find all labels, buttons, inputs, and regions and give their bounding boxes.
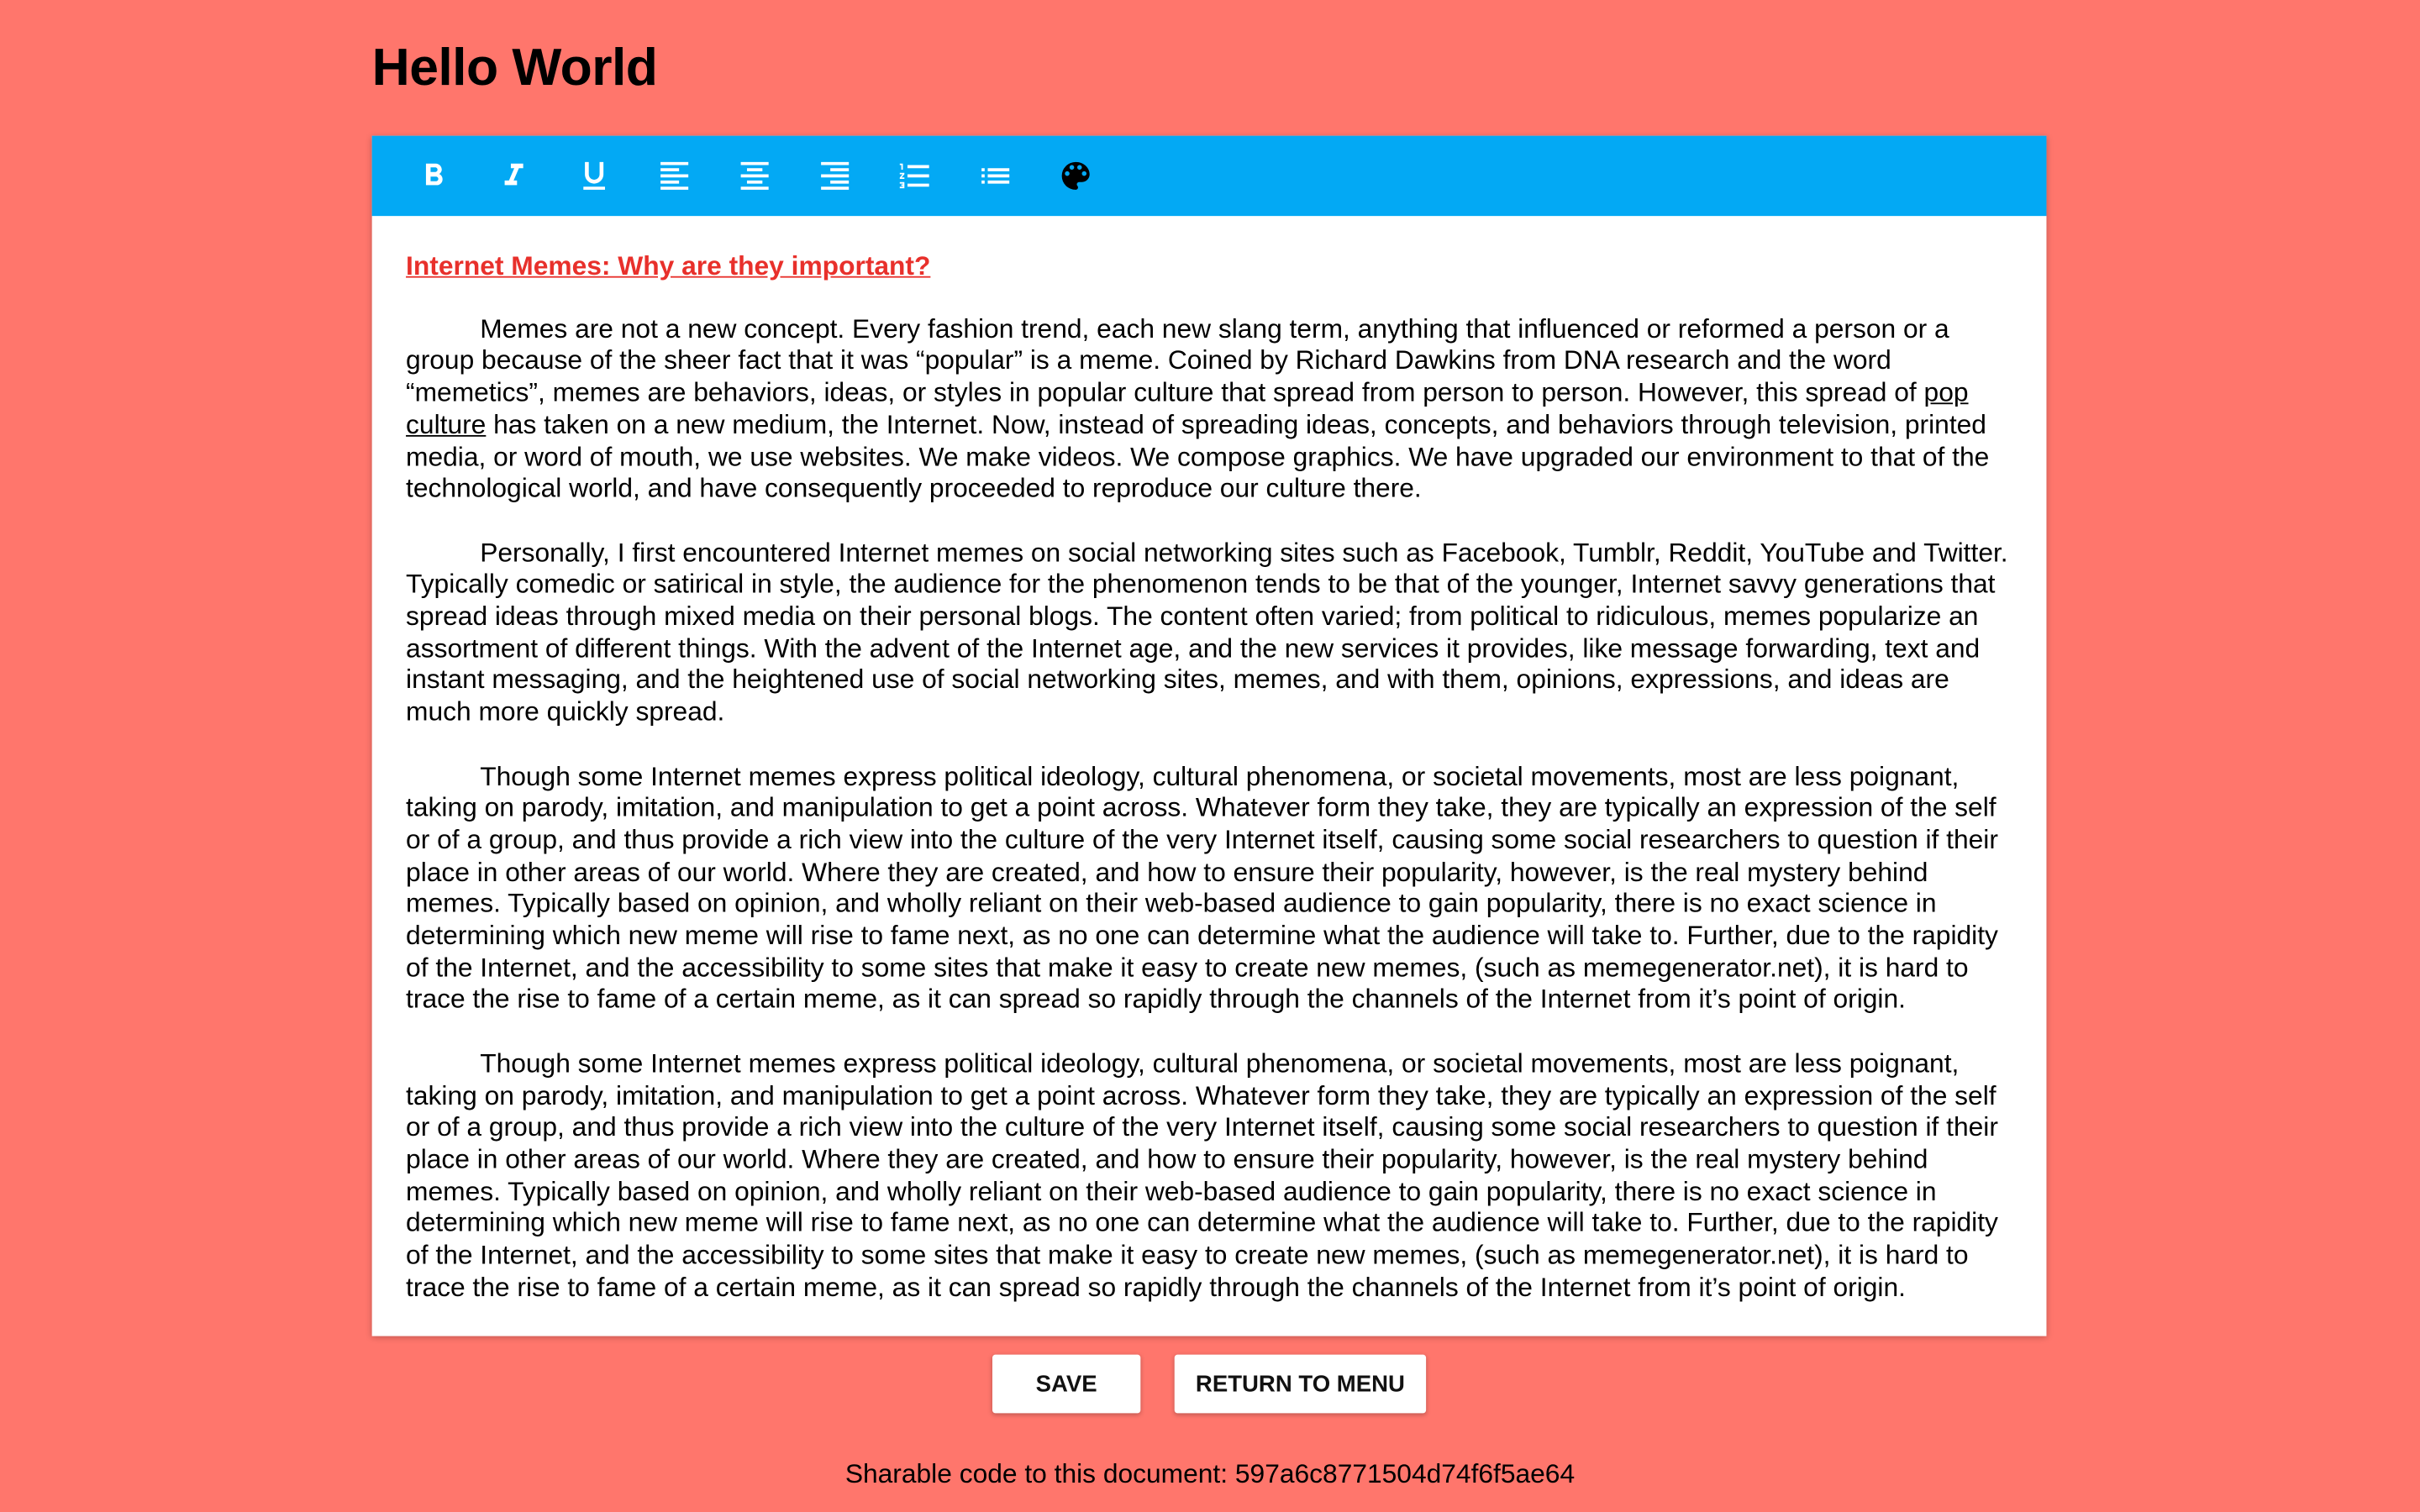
editor-content[interactable]: Internet Memes: Why are they important? … [372,216,2047,1303]
share-code-label: Sharable code to this document: [844,1457,1228,1489]
align-right-button[interactable] [795,136,876,217]
palette-icon [1061,161,1090,190]
format-italic-icon [504,163,523,186]
ordered-list-button[interactable] [875,136,955,217]
underline-button[interactable] [554,136,634,217]
rich-text-editor: Internet Memes: Why are they important? … [371,135,2047,1336]
format-underline-icon [583,161,605,190]
format-bold-icon [425,163,443,186]
editor-toolbar [371,135,2047,217]
align-left-button[interactable] [634,136,715,217]
save-button[interactable]: SAVE [992,1354,1141,1414]
paragraph-1-text-start: Memes are not a new concept. Every fashi… [406,312,1949,408]
paragraph-3: Though some Internet memes express polit… [406,759,1998,1015]
bulleted-list-icon [981,168,1010,184]
paragraph-1-text-end: has taken on a new medium, the Internet.… [406,408,1990,504]
page-title: Hello World [371,38,658,97]
return-to-menu-button[interactable]: RETURN TO MENU [1174,1354,1427,1414]
align-center-button[interactable] [714,136,795,217]
align-left-icon [660,161,689,190]
align-center-icon [740,161,769,190]
bold-button[interactable] [393,136,474,217]
paragraph-1: Memes are not a new concept. Every fashi… [406,312,2012,504]
italic-button[interactable] [474,136,555,217]
share-code-line: Sharable code to this document: 597a6c87… [0,1457,2420,1490]
paragraph-4: Though some Internet memes express polit… [406,1047,1998,1302]
bulleted-list-button[interactable] [955,136,1036,217]
paragraph-2: Personally, I first encountered Internet… [406,536,2008,727]
page: Hello World Internet Memes: Why are they… [0,0,2420,1512]
align-right-icon [821,161,850,190]
share-code-value: 597a6c8771504d74f6f5ae64 [1234,1457,1576,1489]
ordered-list-icon [899,163,929,189]
document-heading: Internet Memes: Why are they important? [406,249,931,281]
color-button[interactable] [1035,136,1116,217]
